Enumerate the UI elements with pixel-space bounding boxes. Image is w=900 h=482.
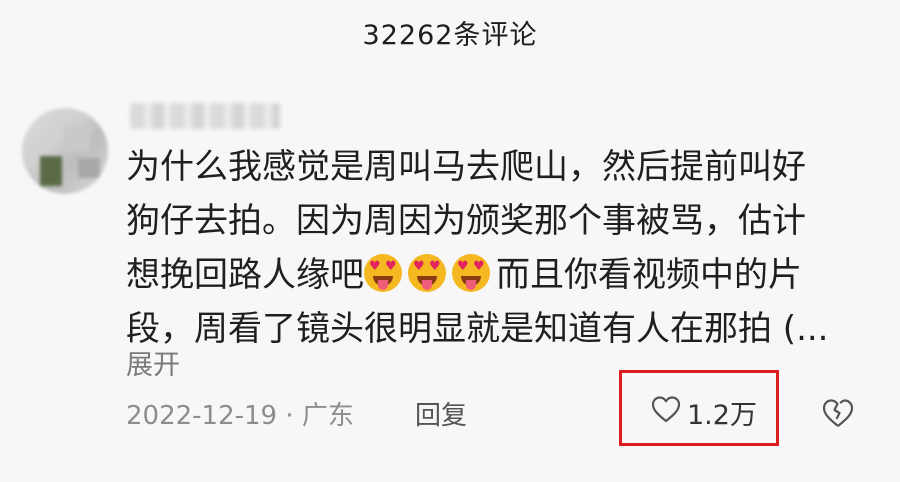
heart-eyes-tongue-emoji: ♥ ♥	[408, 254, 446, 292]
comment-line: 段，周看了镜头很明显就是知道有人在那拍 (...	[126, 309, 829, 349]
comment-line-text: 而且你看视频中的片	[496, 255, 802, 295]
comment-line: 为什么我感觉是周叫马去爬山，然后提前叫好	[126, 147, 806, 187]
dislike-button[interactable]	[821, 397, 855, 429]
comments-header: 32262条评论	[0, 0, 900, 64]
expand-link[interactable]: 展开	[126, 343, 180, 382]
comment-text: 为什么我感觉是周叫马去爬山，然后提前叫好 狗仔去拍。因为周因为颁奖那个事被骂，估…	[126, 140, 856, 356]
broken-heart-icon	[821, 399, 855, 433]
heart-eyes-tongue-emoji: ♥ ♥	[452, 254, 490, 292]
comment-line: 想挽回路人缘吧 ♥ ♥ ♥ ♥ ♥ ♥ 而且你看视频中的片	[126, 248, 856, 302]
heart-eyes-tongue-emoji: ♥ ♥	[364, 254, 402, 292]
avatar[interactable]	[22, 108, 108, 194]
like-button[interactable]: 1.2万	[651, 395, 757, 431]
heart-outline-icon	[651, 395, 681, 430]
reply-button[interactable]: 回复	[415, 395, 467, 432]
like-count: 1.2万	[687, 399, 757, 431]
username-blurred[interactable]	[130, 103, 280, 129]
comment-count-title: 32262条评论	[362, 19, 538, 51]
comment-line-text: 想挽回路人缘吧	[126, 255, 364, 295]
comment-line: 狗仔去拍。因为周因为颁奖那个事被骂，估计	[126, 201, 806, 241]
comment-meta: 2022-12-19 · 广东	[126, 401, 354, 431]
